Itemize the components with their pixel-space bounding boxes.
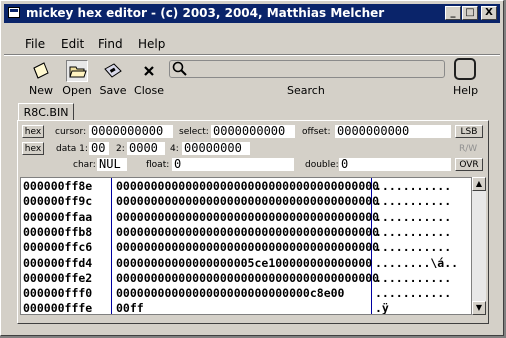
data4-field[interactable]: 00000000 [182, 142, 250, 155]
menu-help[interactable]: Help [138, 37, 165, 51]
row-ascii[interactable]: ........... [375, 286, 451, 301]
double-label: double: [305, 160, 339, 170]
row-bytes[interactable]: 00000000000000000000000000000000000000 [116, 271, 379, 286]
new-file-icon [30, 60, 52, 82]
open-folder-icon [66, 60, 88, 82]
maximize-button[interactable]: □ [462, 6, 478, 20]
row-address: 000000ff9c [23, 194, 93, 209]
float-field[interactable]: 0 [172, 158, 294, 171]
cursor-label: cursor: [55, 127, 87, 137]
rw-indicator: R/W [459, 144, 478, 154]
save-disk-icon [102, 60, 124, 82]
app-icon [8, 7, 20, 18]
row-address: 000000ffd4 [23, 255, 93, 270]
search-input[interactable] [169, 60, 445, 78]
cursor-field[interactable]: 0000000000 [89, 125, 173, 138]
app-window: mickey hex editor - (c) 2003, 2004, Matt… [0, 0, 504, 336]
char-label: char: [73, 160, 96, 170]
close-button[interactable]: Close [132, 58, 166, 98]
window-title: mickey hex editor - (c) 2003, 2004, Matt… [26, 6, 385, 20]
close-window-button[interactable]: X [481, 6, 497, 20]
data4-label: 4: [170, 144, 179, 154]
row-ascii[interactable]: ........... [375, 225, 451, 240]
row-ascii[interactable]: ........... [375, 240, 451, 255]
new-button[interactable]: New [24, 58, 58, 98]
tab-file[interactable]: R8C.BIN [18, 103, 74, 121]
scroll-up-button[interactable]: ▲ [472, 177, 486, 191]
row-bytes[interactable]: 00000000000000000005ce100000000000000 [116, 256, 372, 271]
help-icon[interactable] [454, 58, 476, 80]
data1-field[interactable]: 00 [89, 142, 109, 155]
close-x-icon [138, 60, 160, 82]
toolbar-divider [4, 54, 500, 56]
menu-find[interactable]: Find [98, 37, 123, 51]
double-field[interactable]: 0 [339, 158, 451, 171]
address-divider [111, 178, 112, 314]
row-bytes[interactable]: 00000000000000000000000000000000000000 [116, 179, 379, 194]
save-button[interactable]: Save [96, 58, 130, 98]
data2-field[interactable]: 0000 [127, 142, 165, 155]
scroll-down-button[interactable]: ▼ [472, 301, 486, 315]
vertical-scrollbar[interactable]: ▲ ▼ [472, 177, 486, 315]
menu-file[interactable]: File [25, 37, 45, 51]
cursor-hex-button[interactable]: hex [22, 125, 44, 138]
ovr-button[interactable]: OVR [455, 158, 483, 171]
title-bar: mickey hex editor - (c) 2003, 2004, Matt… [4, 4, 500, 23]
data2-label: 2: [116, 144, 125, 154]
row-address: 000000ffaa [23, 209, 93, 224]
row-address: 000000ffe2 [23, 270, 93, 285]
row-ascii[interactable]: .ÿ [375, 301, 389, 314]
search-label: Search [287, 84, 325, 97]
open-button[interactable]: Open [60, 58, 94, 98]
row-bytes[interactable]: 00ff [116, 301, 144, 314]
float-label: float: [146, 160, 170, 170]
row-bytes[interactable]: 00000000000000000000000000000000000000 [116, 225, 379, 240]
data-hex-button[interactable]: hex [22, 142, 44, 155]
lsb-button[interactable]: LSB [455, 125, 483, 138]
row-address: 000000ffb8 [23, 224, 93, 239]
data1-label: data 1: [56, 144, 88, 154]
offset-field[interactable]: 0000000000 [335, 125, 451, 138]
row-address: 000000fff0 [23, 286, 93, 301]
row-ascii[interactable]: ........\á.. [375, 256, 458, 271]
row-bytes[interactable]: 00000000000000000000000000000000000000 [116, 210, 379, 225]
help-label: Help [453, 84, 479, 97]
select-label: select: [179, 127, 209, 137]
row-address: 000000ffc6 [23, 240, 93, 255]
hex-view[interactable]: 000000ff8e 000000000000000000000000000000… [20, 177, 472, 315]
row-bytes[interactable]: 00000000000000000000000000000000000000 [116, 194, 379, 209]
row-ascii[interactable]: ........... [375, 179, 451, 194]
minimize-button[interactable]: _ [445, 6, 461, 20]
row-ascii[interactable]: ........... [375, 194, 451, 209]
row-bytes[interactable]: 0000000000000000000000000000c8e00 [116, 286, 344, 301]
close-label: Close [134, 84, 164, 97]
search-icon [172, 61, 187, 76]
menu-edit[interactable]: Edit [61, 37, 84, 51]
row-address: 000000ff8e [23, 179, 93, 193]
char-field[interactable]: NUL [97, 158, 127, 171]
row-address: 000000fffe [23, 301, 93, 315]
row-bytes[interactable]: 00000000000000000000000000000000000000 [116, 240, 379, 255]
row-ascii[interactable]: ........... [375, 271, 451, 286]
row-ascii[interactable]: ........... [375, 210, 451, 225]
menu-bar: File Edit Find Help [4, 35, 500, 53]
select-field[interactable]: 0000000000 [211, 125, 295, 138]
offset-label: offset: [302, 127, 331, 137]
